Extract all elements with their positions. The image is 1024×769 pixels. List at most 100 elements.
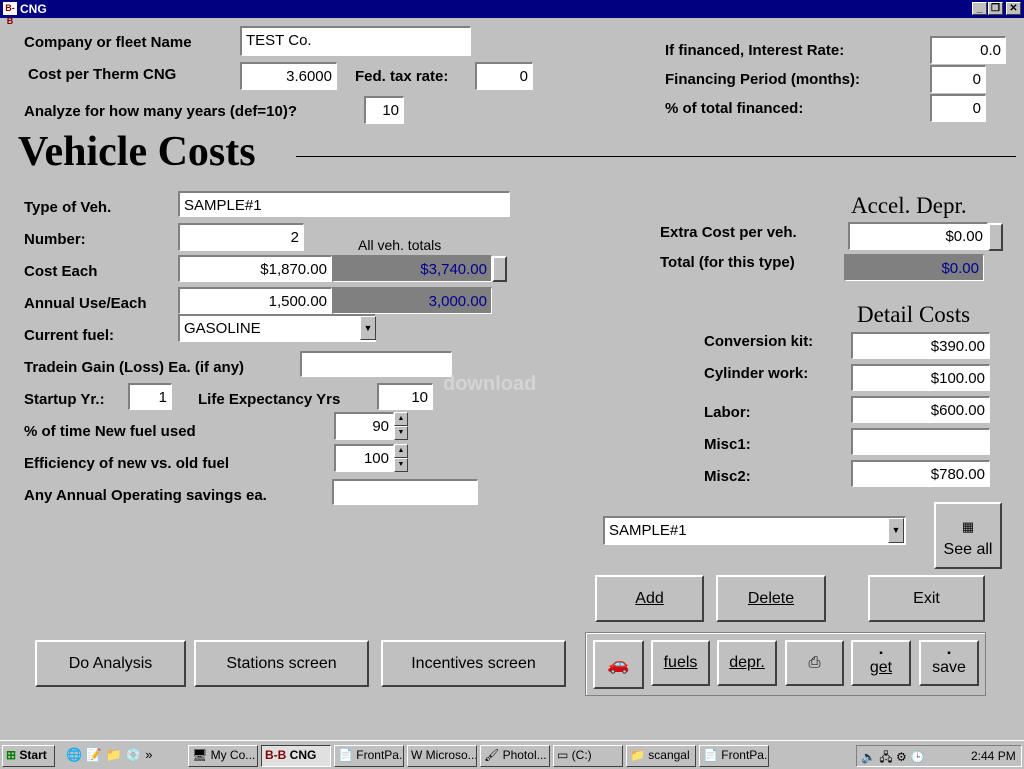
chart-icon: ▦ [961,519,975,534]
misc1-input[interactable] [851,428,990,455]
financing-period-input[interactable]: 0 [930,65,986,93]
disk-icon: ▪ [879,648,883,659]
interest-rate-input[interactable]: 0.0 [930,36,1006,64]
tray-icons[interactable]: 🔊 🖧 ⚙ 🕒 [861,748,925,769]
therm-cost-input[interactable]: 3.6000 [240,62,337,90]
add-label: Add [635,590,664,607]
misc1-label: Misc1: [704,436,751,453]
conversion-kit-input[interactable]: $390.00 [851,332,990,359]
task-microsoft[interactable]: W Microso... [407,745,477,767]
incentives-screen-button[interactable]: Incentives screen [381,640,566,687]
years-label: Analyze for how many years (def=10)? [24,103,298,120]
therm-cost-label: Cost per Therm CNG [28,66,177,83]
extra-cost-button[interactable] [988,223,1003,251]
see-all-label: See all [943,541,993,558]
printer-icon[interactable]: ⎙ [785,640,844,686]
cost-each-input[interactable]: $1,870.00 [178,255,332,282]
current-fuel-select[interactable]: GASOLINE [178,314,376,342]
add-button[interactable]: Add [595,575,704,622]
startup-year-input[interactable]: 1 [128,383,172,410]
veh-type-input[interactable]: SAMPLE#1 [178,191,510,217]
quicklaunch-icons[interactable]: 🌐 📝 📁 💿 » [66,747,152,763]
task-cng[interactable]: B-B CNG [261,745,331,767]
pct-new-fuel-input[interactable]: 90 [334,412,394,440]
number-input[interactable]: 2 [178,223,304,251]
stations-screen-label: Stations screen [226,655,337,672]
system-tray: 🔊 🖧 ⚙ 🕒 2:44 PM [856,745,1022,767]
operating-savings-input[interactable] [332,479,478,505]
fuels-button[interactable]: fuels [651,640,710,686]
total-type-label: Total (for this type) [660,254,795,271]
tradein-input[interactable] [300,351,452,377]
annual-use-input[interactable]: 1,500.00 [178,287,332,314]
financing-period-label: Financing Period (months): [665,71,860,88]
get-label: get [869,659,893,676]
task-my-computer[interactable]: 🖥 My Co... [188,745,258,767]
delete-label: Delete [747,590,795,607]
do-analysis-label: Do Analysis [68,655,153,672]
start-button[interactable]: ⊞ Start [2,745,55,767]
task-photolab[interactable]: 🖌 Photol... [480,745,550,767]
cost-total-button[interactable] [492,256,507,282]
minimize-button[interactable]: _ [972,2,987,15]
misc2-input[interactable]: $780.00 [851,460,990,487]
car-icon[interactable]: 🚗 [593,640,644,689]
number-label: Number: [24,231,86,248]
task-label: scangal [648,748,690,762]
tradein-label: Tradein Gain (Loss) Ea. (if any) [24,359,245,376]
years-input[interactable]: 10 [364,96,404,124]
cost-total-readout: $3,740.00 [332,255,492,282]
pct-financed-label: % of total financed: [665,100,804,117]
pct-financed-input[interactable]: 0 [930,94,986,122]
veh-type-label: Type of Veh. [24,199,112,216]
spin-down-icon[interactable]: ▼ [394,458,408,472]
depr-button[interactable]: depr. [717,640,777,686]
restore-button[interactable]: ❐ [988,2,1003,15]
efficiency-input[interactable]: 100 [334,444,394,472]
fed-tax-label: Fed. tax rate: [355,68,449,85]
exit-label: Exit [913,590,940,607]
current-fuel-value: GASOLINE [184,320,261,337]
task-scangal[interactable]: 📁 scangal [626,745,696,767]
operating-savings-label: Any Annual Operating savings ea. [24,487,267,504]
exit-button[interactable]: Exit [868,575,985,622]
task-frontpage-1[interactable]: 📄 FrontPa... [334,745,404,767]
get-button[interactable]: ▪ get [851,640,911,686]
chevron-down-icon[interactable]: ▼ [888,518,904,543]
spin-up-icon[interactable]: ▲ [394,444,408,458]
annual-use-total-readout: 3,000.00 [332,287,492,314]
extra-cost-input[interactable]: $0.00 [848,222,988,250]
title-bar[interactable]: B-B CNG _ ❐ ✕ [0,0,1024,26]
vehicle-select[interactable]: SAMPLE#1 [603,516,906,545]
task-label: CNG [289,748,317,762]
fed-tax-input[interactable]: 0 [475,62,533,90]
startup-year-label: Startup Yr.: [24,391,105,408]
spin-down-icon[interactable]: ▼ [394,426,408,440]
see-all-button[interactable]: ▦ See all [934,502,1002,569]
extra-cost-label: Extra Cost per veh. [660,224,797,241]
chevron-down-icon[interactable]: ▼ [360,316,376,340]
totals-label: All veh. totals [358,237,442,253]
task-frontpage-2[interactable]: 📄 FrontPa... [699,745,769,767]
task-label: My Co... [210,748,256,762]
labor-input[interactable]: $600.00 [851,396,990,423]
vehicle-select-value: SAMPLE#1 [609,522,687,539]
stations-screen-button[interactable]: Stations screen [194,640,369,687]
spin-up-icon[interactable]: ▲ [394,412,408,426]
close-button[interactable]: ✕ [1006,2,1021,15]
delete-button[interactable]: Delete [716,575,826,622]
task-drive-c[interactable]: ▭ (C:) [553,745,623,767]
cylinder-work-input[interactable]: $100.00 [851,364,990,391]
windows-logo-icon: ⊞ [6,748,17,762]
life-expectancy-input[interactable]: 10 [377,383,433,410]
pct-new-fuel-label: % of time New fuel used [24,423,196,440]
total-type-readout: $0.00 [844,254,984,281]
save-button[interactable]: ▪ save [919,640,979,686]
depr-label: depr. [729,654,765,671]
interest-rate-label: If financed, Interest Rate: [665,42,845,59]
misc2-label: Misc2: [704,468,751,485]
do-analysis-button[interactable]: Do Analysis [35,640,186,687]
watermark-text: download [443,373,537,395]
company-input[interactable]: TEST Co. [240,26,471,56]
taskbar: ⊞ Start 🌐 📝 📁 💿 » 🖥 My Co... B-B CNG 📄 F… [0,740,1024,768]
